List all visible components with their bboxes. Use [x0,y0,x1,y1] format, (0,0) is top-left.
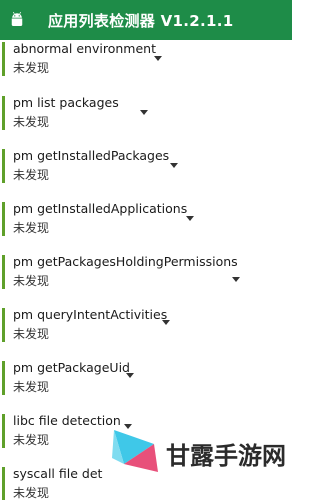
item-name: pm list packages [13,95,119,110]
item-status: 未发现 [13,61,50,75]
app-bar: 应用列表检测器 V1.2.1.1 [0,0,292,40]
caret-down-icon[interactable] [162,320,170,325]
accent-bar [2,467,5,500]
list-item[interactable]: pm getInstalledPackages 未发现 [0,147,292,187]
list-item[interactable]: pm queryIntentActivities 未发现 [0,306,292,346]
watermark-text: 甘露手游网 [166,442,286,470]
caret-down-icon[interactable] [170,163,178,168]
item-name: pm getInstalledPackages [13,148,170,163]
item-status: 未发现 [13,168,50,182]
item-name: pm getPackagesHoldingPermissions [13,254,238,269]
app-title: 应用列表检测器 V1.2.1.1 [48,12,234,30]
caret-down-icon[interactable] [140,110,148,115]
item-status: 未发现 [13,380,50,394]
caret-down-icon[interactable] [232,277,240,282]
list-item[interactable]: pm list packages 未发现 [0,94,292,134]
accent-bar [2,149,5,183]
item-status: 未发现 [13,327,50,341]
item-name: abnormal environment [13,41,156,56]
item-name: pm queryIntentActivities [13,307,168,322]
accent-bar [2,42,5,76]
list-item[interactable]: pm getInstalledApplications 未发现 [0,200,292,240]
item-name: libc file detection [13,413,121,428]
accent-bar [2,255,5,289]
item-name: syscall file det [13,466,103,481]
list-item[interactable]: pm getPackagesHoldingPermissions 未发现 [0,253,292,293]
item-status: 未发现 [13,274,50,288]
watermark: 甘露手游网 [108,420,292,492]
item-status: 未发现 [13,115,50,129]
accent-bar [2,414,5,448]
item-name: pm getPackageUid [13,360,130,375]
accent-bar [2,361,5,395]
caret-down-icon[interactable] [154,56,162,61]
accent-bar [2,96,5,130]
item-status: 未发现 [13,221,50,235]
accent-bar [2,202,5,236]
item-status: 未发现 [13,433,50,447]
list-item[interactable]: abnormal environment 未发现 [0,40,292,80]
item-status: 未发现 [13,486,50,500]
item-name: pm getInstalledApplications [13,201,188,216]
caret-down-icon[interactable] [186,216,194,221]
android-icon [11,11,23,26]
ganlu-logo [112,430,158,472]
caret-down-icon[interactable] [126,373,134,378]
accent-bar [2,308,5,342]
list-item[interactable]: pm getPackageUid 未发现 [0,359,292,399]
